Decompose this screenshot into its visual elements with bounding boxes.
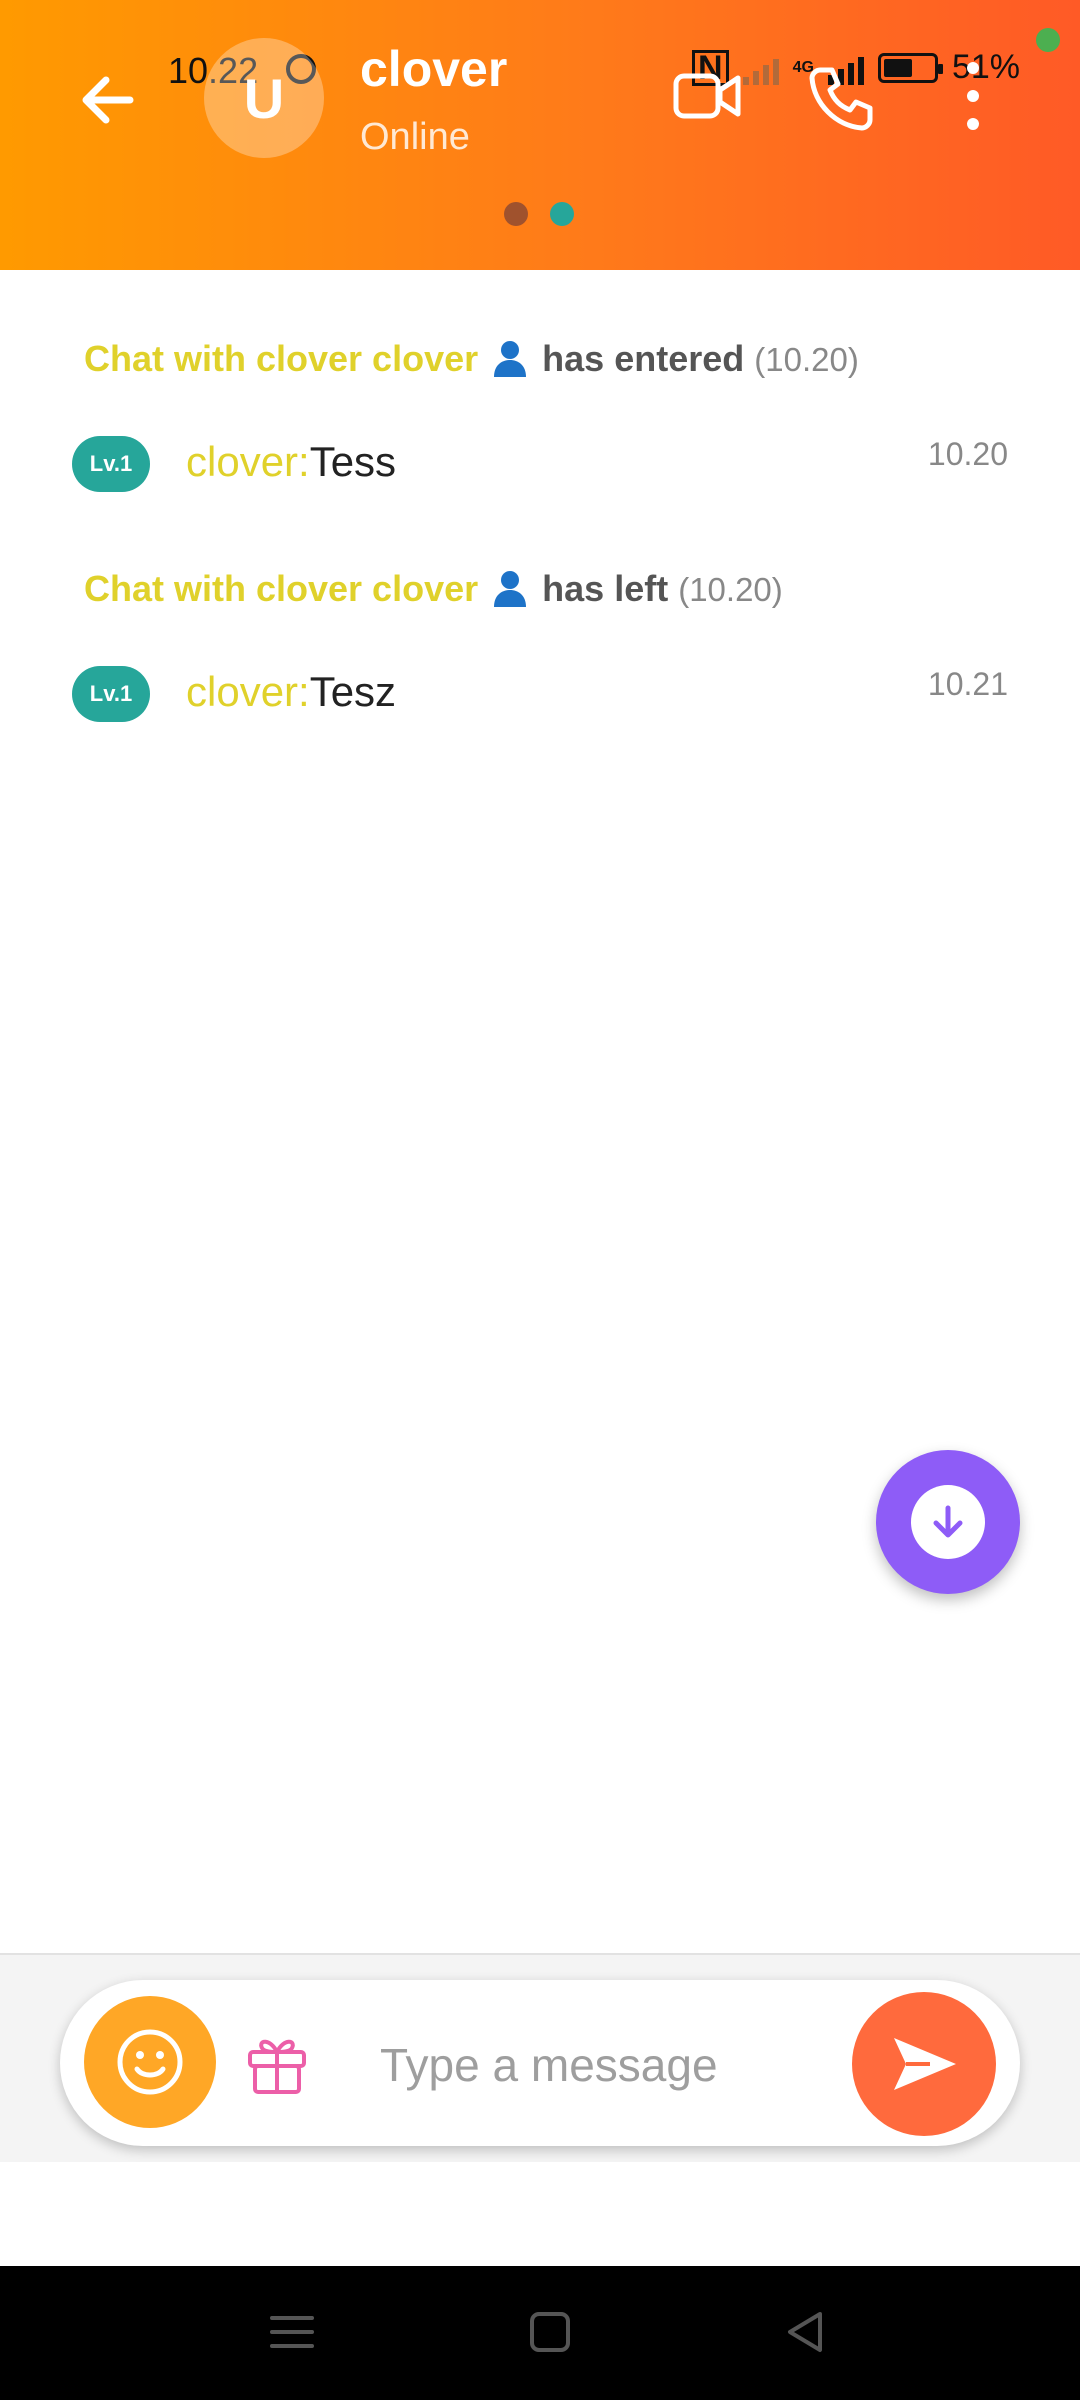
send-button[interactable] (852, 1992, 996, 2136)
message-sender: clover:Tess (186, 438, 396, 486)
message-time: 10.20 (927, 436, 1008, 472)
system-navigation-bar (0, 2266, 1080, 2400)
gift-icon[interactable] (244, 2030, 310, 2096)
level-badge: Lv.1 (72, 436, 150, 492)
system-message: Chat with clover clover has entered (10.… (84, 338, 859, 380)
person-icon (494, 571, 527, 607)
system-message-time: (10.20) (754, 341, 859, 378)
emoji-button[interactable] (84, 1996, 216, 2128)
scroll-to-bottom-button[interactable] (876, 1450, 1020, 1594)
chat-message[interactable]: Lv.1 clover:Tess 10.20 (72, 436, 1008, 496)
home-icon[interactable] (520, 2302, 580, 2362)
message-sender: clover:Tesz (186, 668, 396, 716)
system-message: Chat with clover clover has left (10.20) (84, 568, 783, 610)
more-options-icon[interactable] (955, 56, 991, 136)
page-indicator (504, 202, 574, 226)
message-time: 10.21 (927, 666, 1008, 702)
page-dot-2 (550, 202, 574, 226)
sender-name: clover: (186, 438, 310, 485)
signal-sim1-icon (742, 51, 779, 85)
contact-name[interactable]: clover (360, 40, 507, 98)
person-icon (494, 341, 527, 377)
video-camera-icon[interactable] (672, 66, 744, 126)
chat-message[interactable]: Lv.1 clover:Tesz 10.21 (72, 666, 1008, 726)
chat-header: 10.22 N 4G 51% U clover Online (0, 0, 1080, 270)
page-dot-1 (504, 202, 528, 226)
back-nav-icon[interactable] (776, 2302, 836, 2362)
level-badge: Lv.1 (72, 666, 150, 722)
privacy-indicator-dot (1036, 28, 1060, 52)
system-message-title: Chat with clover clover (84, 568, 479, 609)
message-text: Tess (309, 438, 397, 485)
back-arrow-icon[interactable] (70, 60, 150, 140)
sender-name: clover: (186, 668, 310, 715)
system-message-title: Chat with clover clover (84, 338, 479, 379)
recent-apps-icon[interactable] (262, 2302, 322, 2362)
system-message-time: (10.20) (678, 571, 783, 608)
system-message-action: has entered (542, 338, 745, 379)
smiley-icon (117, 2029, 183, 2095)
system-message-action: has left (542, 568, 669, 609)
message-input[interactable] (380, 2030, 830, 2100)
send-icon (894, 2038, 956, 2090)
phone-icon[interactable] (806, 62, 876, 132)
arrow-down-icon (933, 1505, 963, 1538)
contact-status: Online (360, 116, 470, 158)
contact-avatar[interactable]: U (204, 38, 324, 158)
fab-circle (911, 1485, 985, 1559)
message-text: Tesz (309, 668, 397, 715)
battery-icon (877, 52, 943, 83)
